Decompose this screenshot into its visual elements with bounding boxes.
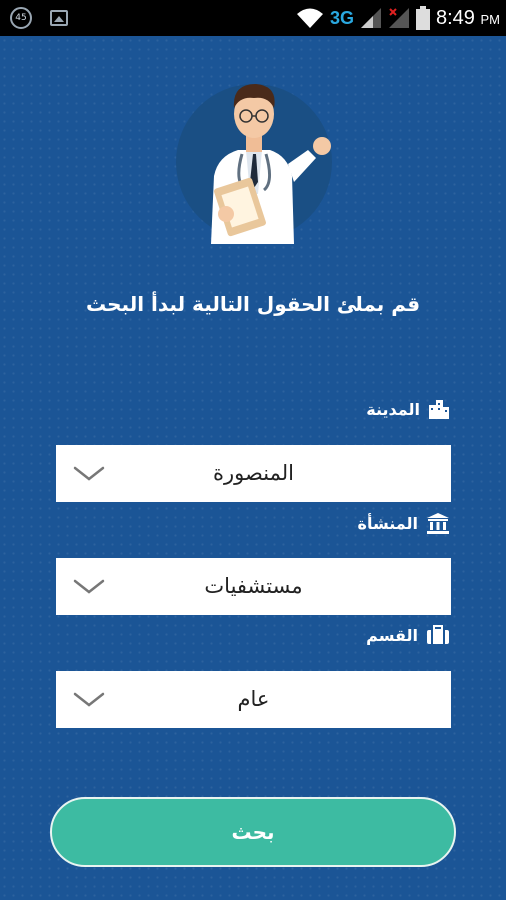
- briefcase-icon: [427, 625, 449, 644]
- signal-no-service-icon: [389, 8, 409, 28]
- page-heading: قم بملئ الحقول التالية لبدأ البحث: [85, 292, 421, 316]
- city-label-text: المدينة: [366, 399, 420, 419]
- notification-badge-icon: 45: [10, 7, 32, 29]
- image-notification-icon: [50, 10, 68, 26]
- chevron-down-icon: [73, 692, 105, 707]
- chevron-down-icon: [73, 466, 105, 481]
- city-select-value: المنصورة: [213, 461, 294, 485]
- institution-icon: [427, 513, 449, 534]
- wifi-icon: [296, 8, 323, 28]
- department-label: القسم: [366, 625, 450, 645]
- department-label-text: القسم: [366, 625, 418, 645]
- signal-icon: [361, 8, 381, 28]
- city-label: المدينة: [366, 399, 450, 419]
- network-type: 3G: [329, 7, 354, 28]
- status-bar: 45 3G 8:49 PM: [0, 0, 506, 36]
- search-button[interactable]: بحث: [50, 797, 456, 867]
- institution-select-value: مستشفيات: [204, 574, 303, 598]
- institution-label: المنشأة: [358, 512, 450, 534]
- department-select[interactable]: عام: [56, 671, 451, 728]
- battery-icon: [416, 6, 430, 30]
- doctor-illustration: [176, 84, 332, 244]
- institution-select[interactable]: مستشفيات: [56, 558, 451, 615]
- app-screen: 45 3G 8:49 PM قم بملئ الحقول التالية لبد…: [0, 0, 506, 900]
- chevron-down-icon: [73, 579, 105, 594]
- city-buildings-icon: [429, 400, 449, 419]
- clock: 8:49 PM: [436, 6, 500, 29]
- city-select[interactable]: المنصورة: [56, 445, 451, 502]
- department-select-value: عام: [237, 687, 270, 711]
- institution-label-text: المنشأة: [357, 513, 418, 533]
